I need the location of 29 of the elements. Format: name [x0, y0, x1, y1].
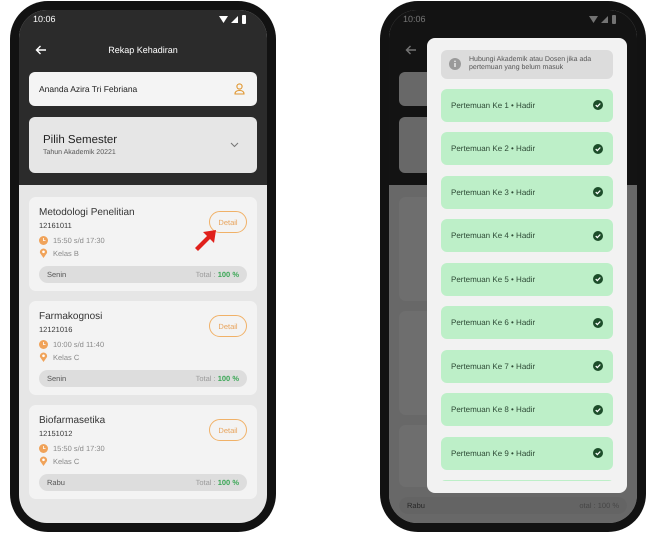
status-time: 10:06 — [403, 14, 426, 24]
info-icon — [449, 58, 461, 70]
meeting-label: Pertemuan Ke 5 • Hadir — [451, 274, 536, 284]
status-icons — [219, 14, 249, 24]
status-icons — [589, 14, 619, 24]
screen-title: Rekap Kehadiran — [108, 45, 178, 55]
clock-icon — [39, 444, 48, 453]
status-time: 10:06 — [33, 14, 56, 24]
meeting-label: Pertemuan Ke 7 • Hadir — [451, 362, 536, 371]
semester-title: Pilih Semester — [43, 134, 118, 146]
meeting-label: Pertemuan Ke 8 • Hadir — [451, 405, 536, 414]
person-icon — [234, 83, 245, 95]
course-name: Farmakognosi — [39, 311, 104, 322]
chevron-down-icon — [230, 142, 239, 148]
location-pin-icon — [39, 352, 48, 362]
clock-icon — [39, 340, 48, 349]
back-arrow-icon[interactable] — [35, 45, 47, 55]
student-name-field[interactable]: Ananda Azira Tri Febriana — [29, 72, 257, 106]
location-pin-icon — [39, 456, 48, 466]
meeting-label: Pertemuan Ke 2 • Hadir — [451, 144, 536, 154]
meeting-label: Pertemuan Ke 9 • Hadir — [451, 448, 536, 458]
meeting-label: Pertemuan Ke 6 • Hadir — [451, 318, 536, 328]
location-pin-icon — [39, 248, 48, 258]
course-name: Biofarmasetika — [39, 415, 106, 426]
meeting-label: Pertemuan Ke 4 • Hadir — [451, 231, 536, 240]
meeting-label: Pertemuan Ke 3 • Hadir — [451, 188, 536, 197]
course-name: Metodologi Penelitian — [39, 207, 135, 218]
clock-icon — [39, 236, 48, 245]
meeting-label: Pertemuan Ke 1 • Hadir — [451, 100, 536, 110]
